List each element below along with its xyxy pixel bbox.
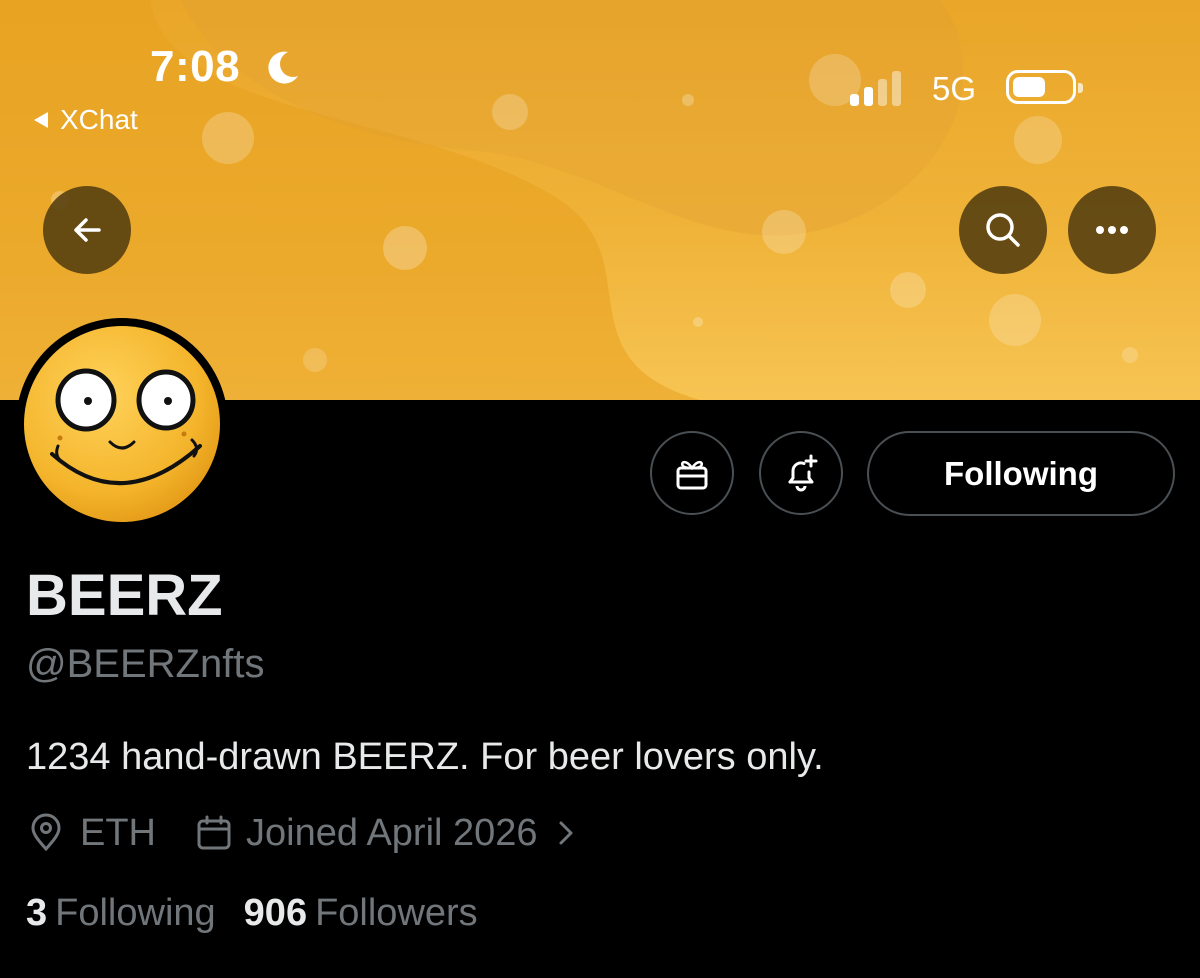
- profile-bio: 1234 hand-drawn BEERZ. For beer lovers o…: [26, 736, 824, 778]
- location-text: ETH: [80, 811, 156, 854]
- joined-text: Joined April 2026: [246, 811, 538, 854]
- followers-count: 906: [243, 892, 308, 934]
- gift-icon: [676, 460, 708, 490]
- moon-icon: [268, 51, 298, 84]
- search-button[interactable]: [959, 186, 1047, 274]
- display-name: BEERZ: [26, 563, 223, 628]
- network-type: 5G: [932, 70, 977, 107]
- joined-item[interactable]: Joined April 2026: [194, 812, 578, 855]
- avatar-image: [24, 326, 220, 522]
- more-dots-icon: [1096, 226, 1128, 234]
- bell-plus-icon: [788, 454, 818, 492]
- chevron-right-icon: [559, 821, 573, 845]
- following-button[interactable]: Following: [867, 431, 1175, 516]
- user-handle: @BEERZnfts: [26, 642, 265, 686]
- back-to-app-link[interactable]: XChat: [34, 104, 138, 136]
- status-time: 7:08: [150, 42, 241, 91]
- following-label: Following: [55, 892, 216, 934]
- following-count: 3: [26, 892, 48, 934]
- back-button[interactable]: [43, 186, 131, 274]
- back-app-label: XChat: [60, 104, 138, 135]
- profile-avatar[interactable]: [16, 318, 228, 530]
- more-button[interactable]: [1068, 186, 1156, 274]
- location-item: ETH: [26, 812, 156, 855]
- profile-meta: ETH Joined April 2026: [26, 808, 578, 858]
- follow-stats: 3 Following 906 Followers: [26, 892, 478, 935]
- battery-icon: [1006, 70, 1083, 104]
- following-stat[interactable]: 3 Following: [26, 892, 216, 935]
- gift-button[interactable]: [650, 431, 734, 515]
- notifications-button[interactable]: [759, 431, 843, 515]
- followers-stat[interactable]: 906 Followers: [244, 892, 478, 935]
- back-triangle-icon: [34, 112, 48, 128]
- location-pin-icon: [31, 813, 61, 852]
- followers-label: Followers: [315, 892, 478, 934]
- arrow-left-icon: [74, 218, 101, 242]
- signal-icon: [850, 70, 901, 106]
- calendar-icon: [197, 815, 231, 850]
- search-icon: [986, 213, 1020, 247]
